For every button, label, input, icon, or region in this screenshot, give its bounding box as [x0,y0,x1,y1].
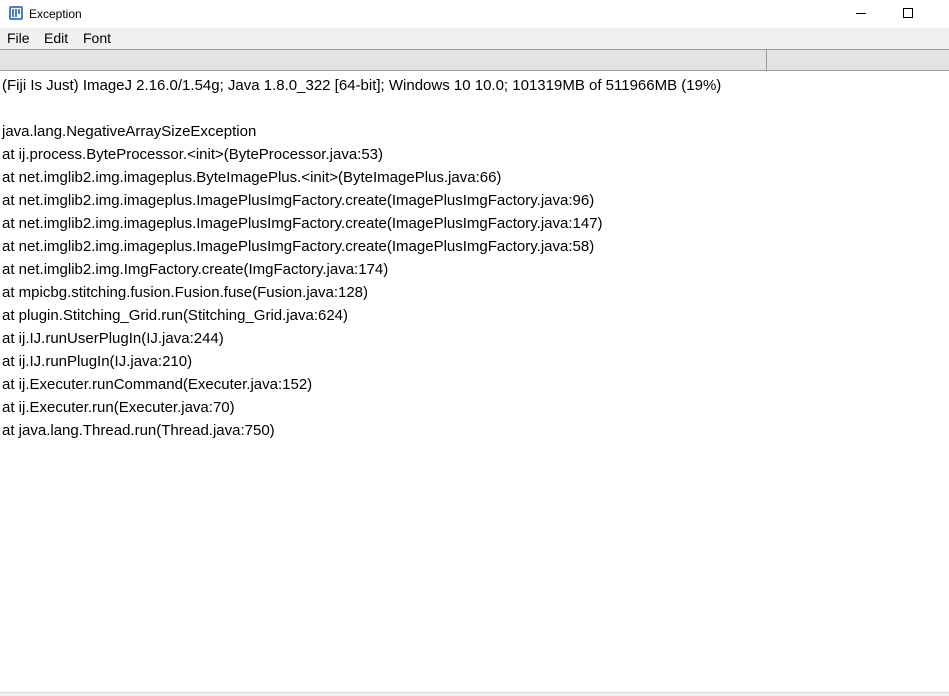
menu-bar: File Edit Font [0,28,949,49]
column-header-secondary[interactable] [767,50,949,70]
stack-trace-line: at plugin.Stitching_Grid.run(Stitching_G… [2,307,349,324]
stack-trace-line: at net.imglib2.img.ImgFactory.create(Img… [2,261,389,278]
stack-trace-line: at java.lang.Thread.run(Thread.java:750) [2,422,275,439]
exception-window: Exception File Edit Font (Fiji Is Just) … [0,0,949,696]
text-panel[interactable]: (Fiji Is Just) ImageJ 2.16.0/1.54g; Java… [0,72,949,692]
stack-trace-line: at ij.IJ.runUserPlugIn(IJ.java:244) [2,330,224,347]
stack-trace-line: at net.imglib2.img.imageplus.ImagePlusIm… [2,215,603,232]
stack-trace-line: at ij.process.ByteProcessor.<init>(ByteP… [2,146,384,163]
stack-trace-line: at mpicbg.stitching.fusion.Fusion.fuse(F… [2,284,369,301]
stack-trace-line: at net.imglib2.img.imageplus.ImagePlusIm… [2,238,595,255]
imagej-app-icon[interactable] [9,6,23,20]
window-bottom-edge [0,692,949,696]
title-bar[interactable]: Exception [0,0,949,28]
stack-trace-line: at net.imglib2.img.imageplus.ImagePlusIm… [2,192,595,209]
stack-trace-line: at ij.IJ.runPlugIn(IJ.java:210) [2,353,193,370]
column-header-main[interactable] [0,50,767,70]
exception-name: java.lang.NegativeArraySizeException [2,123,257,140]
maximize-button[interactable] [884,0,930,28]
minimize-icon [856,13,866,14]
stack-trace-line: at ij.Executer.runCommand(Executer.java:… [2,376,313,393]
app-icon-glyph [11,8,21,18]
maximize-icon [903,8,913,18]
stack-trace-line: at net.imglib2.img.imageplus.ByteImagePl… [2,169,502,186]
app-icon-bar [18,9,20,14]
window-title: Exception [29,7,82,21]
app-icon-bar [15,9,17,17]
system-info-line: (Fiji Is Just) ImageJ 2.16.0/1.54g; Java… [2,77,722,94]
app-icon-bar [12,9,14,17]
stack-trace-line: at ij.Executer.run(Executer.java:70) [2,399,235,416]
menu-edit[interactable]: Edit [44,30,68,47]
menu-font[interactable]: Font [83,30,111,47]
column-header-bar [0,49,949,71]
menu-file[interactable]: File [7,30,30,47]
minimize-button[interactable] [838,0,884,28]
